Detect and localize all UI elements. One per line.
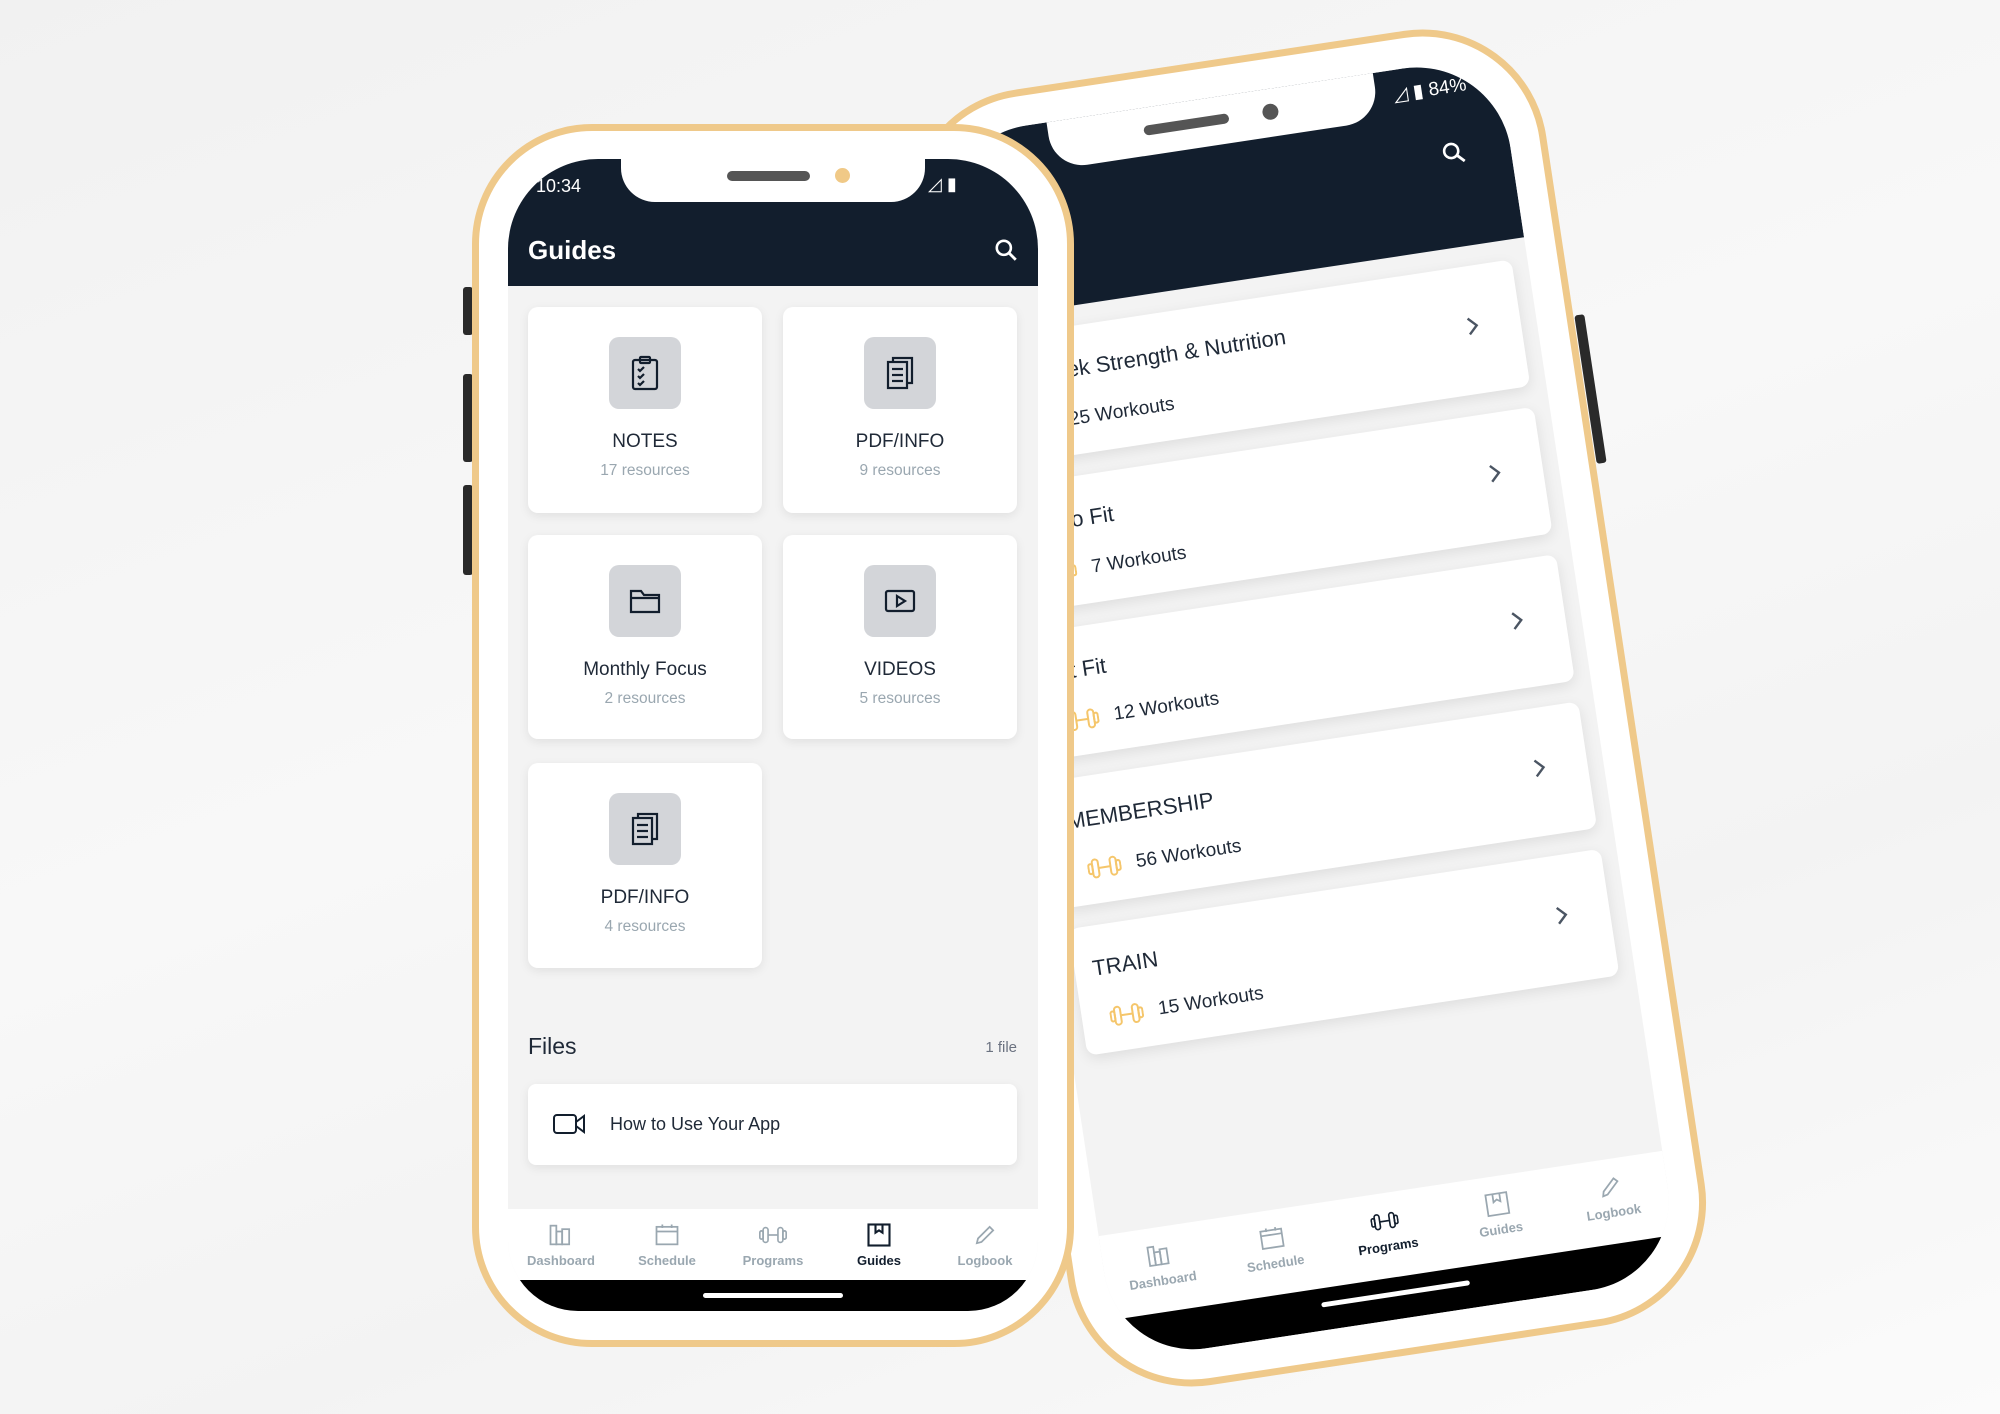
nav-label: Programs [1357, 1234, 1420, 1259]
folder-icon [629, 589, 661, 614]
program-title: MEMBERSHIP [1065, 787, 1216, 834]
files-heading: Files [528, 1033, 577, 1059]
dumbbell-icon [759, 1226, 787, 1244]
category-count: 5 resources [859, 690, 941, 707]
category-card-notes[interactable]: NOTES 17 resources [528, 307, 762, 513]
category-label: VIDEOS [864, 659, 936, 680]
battery-level: 84% [1427, 74, 1468, 101]
category-label: PDF/INFO [600, 887, 690, 908]
dashboard-icon [549, 1224, 571, 1246]
pencil-icon [1602, 1177, 1619, 1198]
program-title: TRAIN [1090, 946, 1160, 981]
category-count: 9 resources [859, 462, 941, 479]
nav-label: Logbook [1585, 1200, 1643, 1224]
calendar-icon [1259, 1227, 1285, 1251]
category-card-pdf-info-2[interactable]: PDF/INFO 4 resources [528, 763, 762, 968]
camera [835, 168, 850, 183]
home-indicator[interactable] [1321, 1280, 1471, 1308]
search-icon[interactable] [1439, 138, 1469, 168]
page-title: Guides [528, 235, 617, 265]
front-phone: 10:34 ◿ ▮ Guides NOTES 17 resources PDF/… [472, 124, 1074, 1347]
files-count: 1 file [985, 1039, 1017, 1056]
dumbbell-icon [1087, 855, 1122, 879]
guide-bookmark-icon [867, 1223, 891, 1247]
nav-guides[interactable]: Guides [826, 1221, 932, 1280]
documents-icon [886, 356, 914, 390]
workout-count: 7 Workouts [1089, 542, 1188, 578]
icon-tile [864, 337, 936, 409]
category-count: 17 resources [600, 462, 690, 479]
category-label: Monthly Focus [583, 659, 707, 680]
chevron-right-icon [1555, 906, 1568, 925]
category-label: NOTES [612, 431, 678, 452]
workout-count: 12 Workouts [1112, 688, 1221, 725]
file-item[interactable]: How to Use Your App [528, 1084, 1017, 1165]
nav-label: Schedule [638, 1253, 696, 1268]
nav-logbook[interactable]: Logbook [932, 1221, 1038, 1280]
nav-programs[interactable]: Programs [720, 1221, 826, 1280]
battery-icon: ▮ [946, 174, 957, 194]
dumbbell-icon [1370, 1211, 1399, 1231]
chevron-right-icon [1533, 759, 1546, 778]
workout-count: 56 Workouts [1134, 835, 1243, 873]
nav-label: Programs [742, 1253, 804, 1268]
dashboard-icon [1146, 1245, 1170, 1268]
status-icons: ◿ ▮ [928, 174, 957, 195]
battery-icon: ▮ [1411, 80, 1426, 104]
clipboard-check-icon [631, 355, 659, 391]
nav-label: Logbook [957, 1253, 1013, 1268]
file-name: How to Use Your App [610, 1114, 781, 1134]
category-card-pdf-info[interactable]: PDF/INFO 9 resources [783, 307, 1017, 513]
category-label: PDF/INFO [855, 431, 945, 452]
workout-count: 15 Workouts [1156, 982, 1266, 1020]
nav-dashboard[interactable]: Dashboard [508, 1221, 614, 1280]
dumbbell-icon [1109, 1003, 1145, 1026]
video-camera-icon [553, 1114, 585, 1134]
category-count: 4 resources [604, 918, 686, 935]
bottom-nav: Dashboard Schedule Programs Guides Logbo… [508, 1209, 1038, 1280]
category-card-monthly-focus[interactable]: Monthly Focus 2 resources [528, 535, 762, 739]
nav-schedule[interactable]: Schedule [614, 1221, 720, 1280]
side-button [1574, 314, 1607, 464]
signal-icon: ◿ [928, 174, 942, 194]
speaker [727, 171, 810, 181]
workout-count: 25 Workouts [1067, 393, 1176, 431]
nav-label: Guides [1478, 1218, 1525, 1241]
signal-icon: ◿ [1391, 83, 1410, 107]
pencil-icon [975, 1225, 995, 1245]
search-icon[interactable] [993, 237, 1019, 263]
calendar-icon [655, 1224, 679, 1246]
nav-label: Schedule [1246, 1251, 1306, 1276]
chevron-right-icon [1489, 464, 1501, 483]
guide-bookmark-icon [1484, 1191, 1511, 1218]
program-title: o Fit [1069, 500, 1116, 533]
nav-label: Guides [856, 1253, 902, 1268]
chevron-right-icon [1511, 612, 1523, 630]
home-indicator[interactable] [703, 1293, 843, 1298]
category-card-videos[interactable]: VIDEOS 5 resources [783, 535, 1017, 739]
program-title: ek Strength & Nutrition [1064, 324, 1288, 382]
status-icons: ◿ ▮ 84% [1392, 73, 1468, 107]
icon-tile [609, 565, 681, 637]
documents-icon [631, 812, 659, 846]
icon-tile [864, 565, 936, 637]
home-indicator-area [508, 1280, 1038, 1311]
nav-label: Dashboard [1128, 1267, 1198, 1293]
guides-screen: 10:34 ◿ ▮ Guides NOTES 17 resources PDF/… [508, 159, 1038, 1311]
icon-tile [609, 793, 681, 865]
app-header: 10:34 ◿ ▮ Guides [508, 159, 1038, 286]
video-play-icon [884, 589, 916, 613]
icon-tile [609, 337, 681, 409]
chevron-right-icon [1466, 317, 1479, 336]
category-count: 2 resources [604, 690, 686, 707]
nav-label: Dashboard [527, 1253, 595, 1268]
status-time: 10:34 [536, 176, 582, 196]
